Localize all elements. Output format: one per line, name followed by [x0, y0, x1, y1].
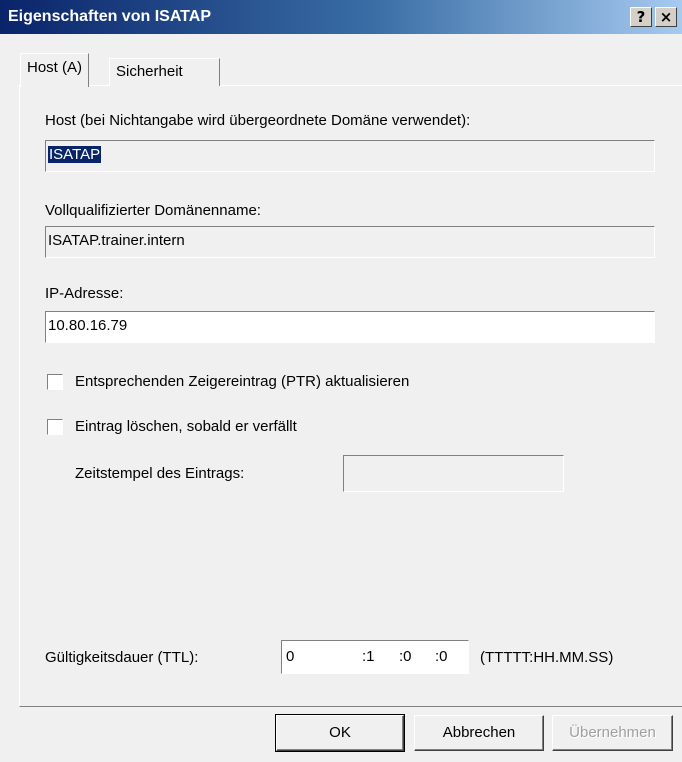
tab-panel-host	[19, 85, 682, 707]
fqdn-field: ISATAP.trainer.intern	[45, 226, 655, 258]
tab-security[interactable]: Sicherheit	[109, 58, 220, 86]
properties-dialog: Eigenschaften von ISATAP ? × Host (A) Si…	[0, 0, 682, 762]
close-icon[interactable]: ×	[655, 7, 677, 27]
cancel-button[interactable]: Abbrechen	[414, 715, 544, 751]
fqdn-value: ISATAP.trainer.intern	[48, 232, 185, 249]
host-value: ISATAP	[48, 146, 102, 163]
host-label: Host (bei Nichtangabe wird übergeordnete…	[45, 112, 471, 129]
tab-host[interactable]: Host (A)	[20, 53, 90, 87]
apply-button[interactable]: Übernehmen	[552, 715, 673, 751]
ttl-days[interactable]: 0	[286, 648, 294, 665]
fqdn-label: Vollqualifizierter Domänenname:	[45, 202, 261, 219]
title-bar[interactable]: Eigenschaften von ISATAP ? ×	[0, 0, 682, 34]
ttl-seconds[interactable]: :0	[435, 648, 448, 665]
timestamp-field	[343, 455, 564, 492]
ip-address-input[interactable]: 10.80.16.79	[45, 311, 655, 343]
ok-button[interactable]: OK	[275, 714, 405, 752]
ip-value: 10.80.16.79	[48, 317, 128, 334]
ttl-format-hint: (TTTTT:HH.MM.SS)	[480, 649, 614, 666]
help-icon[interactable]: ?	[630, 7, 652, 27]
ttl-label: Gültigkeitsdauer (TTL):	[45, 649, 199, 666]
ttl-minutes[interactable]: :0	[399, 648, 412, 665]
delete-stale-checkbox[interactable]	[47, 419, 63, 435]
ip-label: IP-Adresse:	[45, 285, 124, 302]
host-field[interactable]: ISATAP	[45, 140, 655, 172]
delete-stale-label[interactable]: Eintrag löschen, sobald er verfällt	[75, 418, 297, 435]
ttl-input[interactable]: 0 :1 :0 :0	[281, 640, 469, 674]
window-title: Eigenschaften von ISATAP	[8, 8, 211, 25]
timestamp-label: Zeitstempel des Eintrags:	[75, 465, 245, 482]
ptr-checkbox[interactable]	[47, 374, 63, 390]
ptr-label[interactable]: Entsprechenden Zeigereintrag (PTR) aktua…	[75, 373, 409, 390]
ttl-hours[interactable]: :1	[362, 648, 375, 665]
